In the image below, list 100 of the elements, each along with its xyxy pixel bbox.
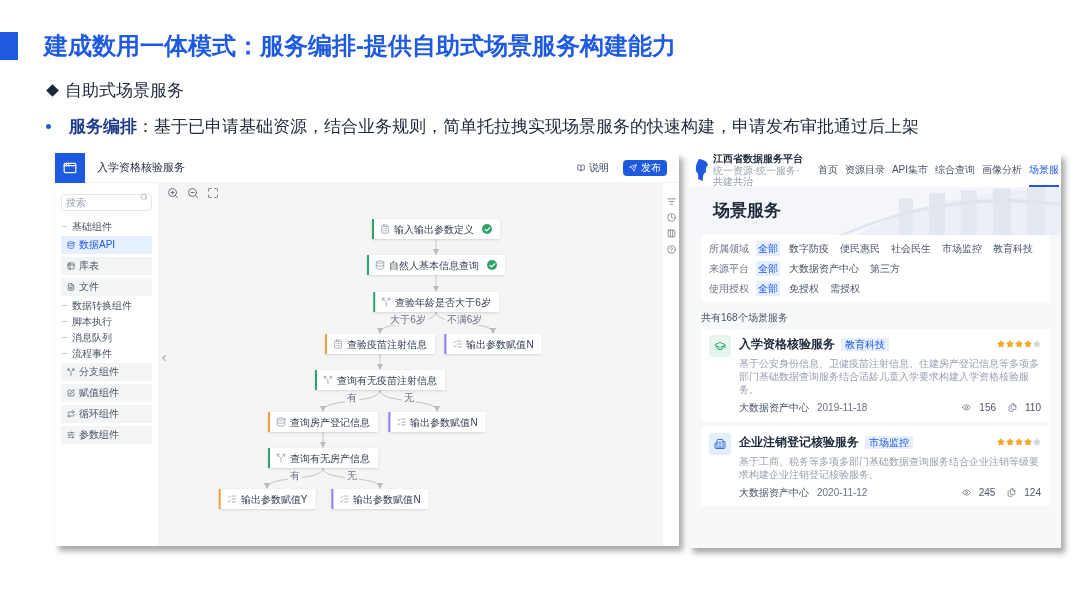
flow-node[interactable]: 输出参数赋值N: [331, 489, 429, 509]
zoom-out-icon[interactable]: [187, 187, 199, 199]
collapse-icon[interactable]: [159, 353, 169, 363]
flow-node[interactable]: 查验疫苗注射信息: [325, 334, 435, 354]
split-icon: [381, 297, 392, 307]
help-icon[interactable]: [666, 245, 676, 254]
nav-link[interactable]: 资源目录: [844, 153, 885, 187]
section-heading: 自助式场景服务: [65, 80, 184, 102]
flow-node[interactable]: 自然人基本信息查询: [367, 255, 505, 275]
page-title: 场景服务: [713, 200, 781, 223]
eye-icon: [961, 488, 971, 497]
site-title: 江西省数据服务平台: [713, 153, 804, 165]
service-description: 基于公安身份信息、卫健疫苗注射信息、住建房产登记信息等多项多部门基础数据查询服务结合适龄儿童入学要求构建入学资格核验服务。: [739, 357, 1040, 396]
filter-option[interactable]: 需授权: [828, 281, 862, 296]
component-item[interactable]: 库表: [61, 257, 152, 275]
eye-icon: [962, 403, 972, 412]
accent-bar: [0, 32, 18, 60]
search-field[interactable]: 搜索: [61, 194, 152, 211]
split-icon: [67, 368, 75, 376]
date-text: 2019-11-18: [817, 401, 868, 415]
columns-icon[interactable]: [666, 229, 676, 238]
minus-icon: [61, 350, 68, 357]
clock-icon[interactable]: [666, 213, 676, 222]
branch-label: 有: [288, 470, 302, 481]
filter-option[interactable]: 全部: [756, 241, 780, 256]
filter-option[interactable]: 第三方: [868, 261, 902, 276]
view-count: 245: [978, 486, 996, 500]
group-label[interactable]: 消息队列: [72, 332, 112, 343]
publish-button[interactable]: 发布: [623, 159, 667, 176]
filter-option[interactable]: 全部: [756, 261, 780, 276]
filter-option[interactable]: 市场监控: [940, 241, 984, 256]
group-label[interactable]: 基础组件: [72, 221, 112, 232]
node-label: 查验年龄是否大于6岁: [395, 295, 491, 310]
connector-line: [322, 467, 381, 489]
group-label[interactable]: 流程事件: [72, 348, 112, 359]
node-label: 查询有无疫苗注射信息: [337, 373, 437, 388]
filter-option[interactable]: 大数据资产中心: [787, 261, 861, 276]
branch-label: 有: [344, 393, 359, 403]
filter-option[interactable]: 社会民生: [889, 241, 933, 256]
app-title: 入学资格核验服务: [97, 160, 185, 176]
connector-line: [433, 238, 439, 255]
building-icon: [709, 433, 731, 455]
component-item[interactable]: 循环组件: [61, 405, 152, 423]
service-title: 企业注销登记核验服务: [739, 434, 859, 451]
filter-label: 来源平台: [709, 262, 749, 276]
result-count: 共有168个场景服务: [701, 311, 789, 325]
flow-node[interactable]: 输出参数赋值N: [444, 334, 542, 354]
component-item[interactable]: 赋值组件: [61, 384, 152, 402]
node-label: 输出参数赋值N: [410, 415, 478, 430]
node-label: 查询房产登记信息: [290, 415, 370, 430]
filter-option[interactable]: 数字防疫: [787, 241, 831, 256]
date-text: 2020-11-12: [817, 486, 868, 500]
group-label[interactable]: 脚本执行: [72, 316, 112, 327]
flow-node[interactable]: 输出参数赋值N: [388, 412, 486, 432]
nav-link[interactable]: 首页: [817, 153, 838, 187]
flow-node[interactable]: 输出参数赋值Y: [218, 489, 316, 509]
flow-node[interactable]: 查询房产登记信息: [268, 412, 378, 432]
filter-option[interactable]: 便民惠民: [838, 241, 882, 256]
source-text: 大数据资产中心: [739, 486, 809, 500]
connector-line: [377, 353, 383, 370]
filter-option[interactable]: 全部: [756, 281, 780, 296]
category-tag: 教育科技: [841, 337, 889, 351]
filter-option[interactable]: 免授权: [787, 281, 821, 296]
nav-link[interactable]: 综合查询: [935, 153, 975, 187]
service-card[interactable]: 入学资格核验服务 教育科技 基于公安身份信息、卫健疫苗注射信息、住建房产登记信息等多项多部门基础数据查询服务结合适龄儿童入学要求构建入学资格核验服务。 大数据资产中心 2019-11-18 156 110: [701, 329, 1049, 421]
checklist-icon: [226, 494, 237, 504]
graduation-cap-icon: [709, 335, 731, 357]
component-item[interactable]: 分支组件: [61, 363, 152, 381]
service-card[interactable]: 企业注销登记核验服务 市场监控 基于工商、税务等多项多部门基础数据查询服务结合企业注销等级要求构建企业注销登记核验服务。 大数据资产中心 2020-11-12 245 124: [701, 427, 1049, 506]
filter-label: 使用授权: [709, 282, 749, 296]
flow-node[interactable]: 输入输出参数定义: [372, 219, 500, 239]
minus-icon: [61, 334, 68, 341]
connector-line: [379, 389, 438, 412]
database-icon: [375, 260, 385, 270]
send-icon: [629, 163, 637, 172]
connector-line: [266, 467, 324, 489]
component-item[interactable]: 文件: [61, 278, 152, 296]
nav-link[interactable]: 画像分析: [982, 153, 1022, 187]
nav-link[interactable]: API集市: [891, 153, 928, 187]
filter-icon[interactable]: [666, 197, 676, 206]
branch-label: 无: [344, 470, 359, 481]
flow-node[interactable]: 查验年龄是否大于6岁: [373, 292, 499, 312]
split-icon: [276, 453, 286, 463]
fit-icon[interactable]: [207, 187, 219, 199]
view-count: 156: [979, 401, 997, 415]
zoom-in-icon[interactable]: [167, 187, 179, 199]
files-icon: [1008, 403, 1018, 412]
component-item[interactable]: 参数组件: [61, 426, 152, 444]
checklist-icon: [396, 417, 407, 427]
clipboard-icon: [380, 224, 390, 234]
connector-line: [322, 389, 381, 412]
category-tag: 市场监控: [865, 435, 913, 449]
flow-node[interactable]: 查询有无房产信息: [268, 448, 378, 468]
minus-icon: [61, 318, 68, 325]
flow-node[interactable]: 查询有无疫苗注射信息: [315, 370, 445, 390]
connector-line: [320, 431, 326, 448]
group-label[interactable]: 数据转换组件: [72, 300, 132, 311]
filter-option[interactable]: 教育科技: [991, 241, 1035, 256]
clipboard-icon: [333, 339, 343, 349]
component-item[interactable]: 数据API: [61, 236, 152, 254]
